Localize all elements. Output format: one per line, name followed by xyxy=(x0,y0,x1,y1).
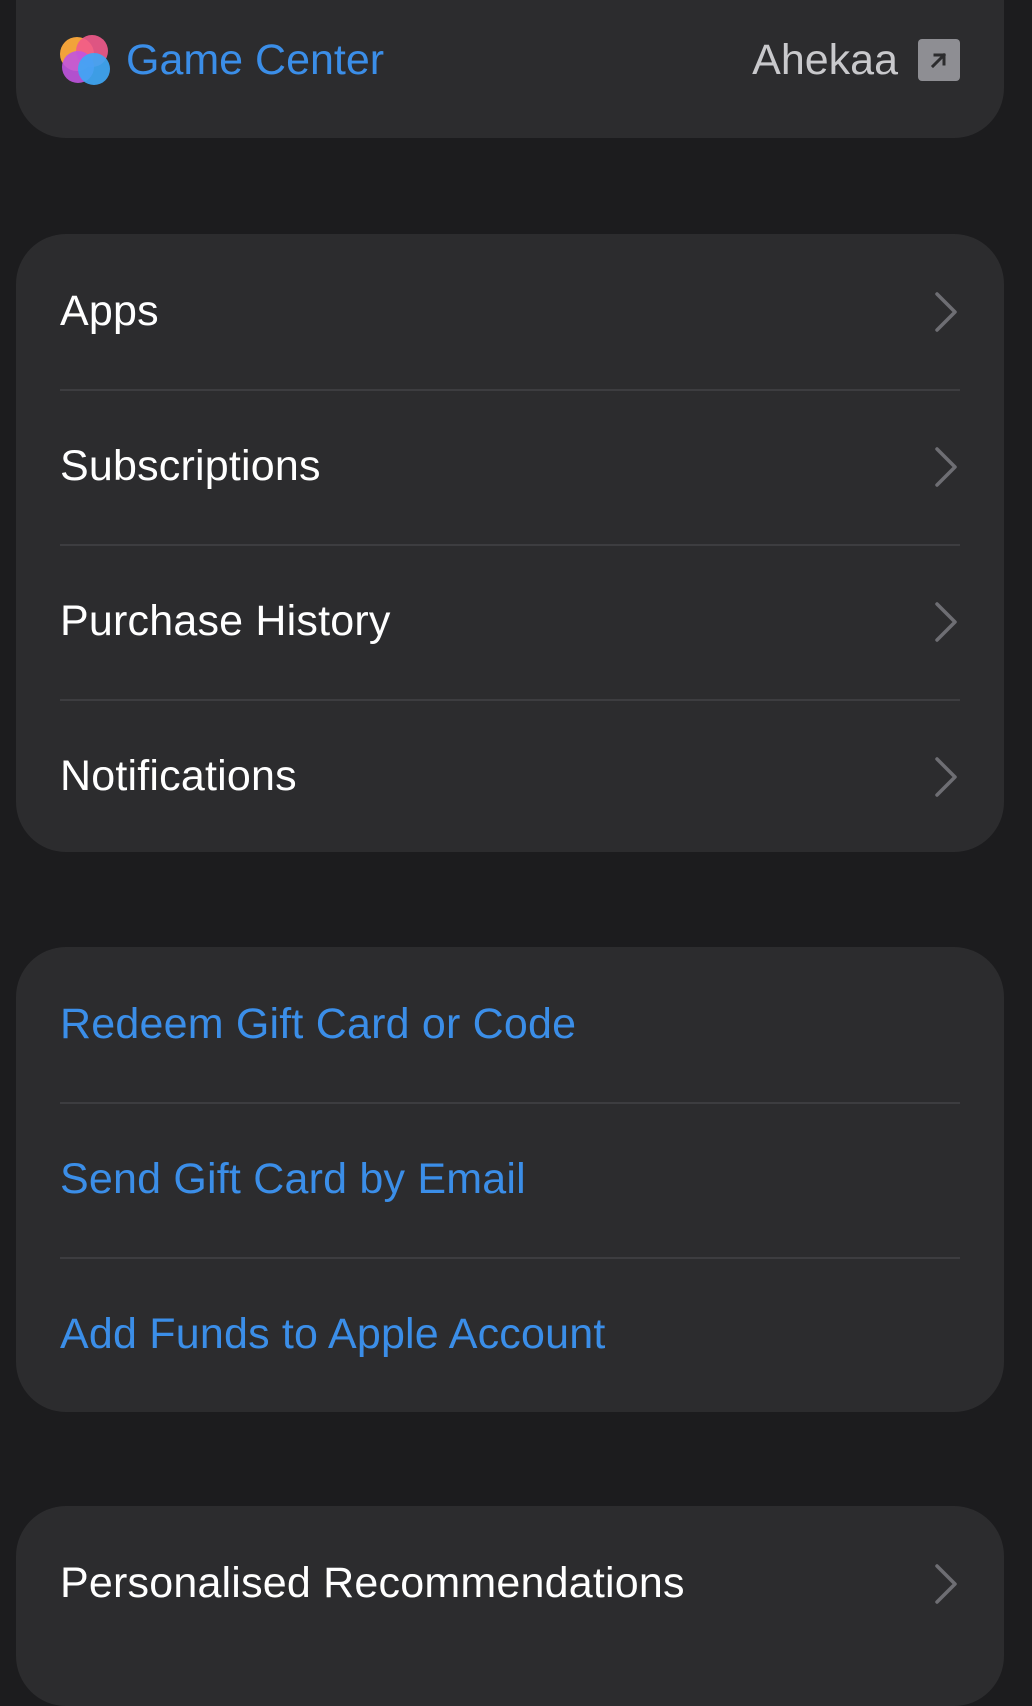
send-gift-card-button[interactable]: Send Gift Card by Email xyxy=(16,1102,1004,1257)
redeem-gift-card-button[interactable]: Redeem Gift Card or Code xyxy=(16,947,1004,1102)
notifications-row[interactable]: Notifications xyxy=(16,699,1004,852)
add-funds-button[interactable]: Add Funds to Apple Account xyxy=(16,1257,1004,1412)
game-center-logo-icon xyxy=(58,33,112,87)
apps-row[interactable]: Apps xyxy=(16,234,1004,389)
gift-card-actions-card: Redeem Gift Card or Code Send Gift Card … xyxy=(16,947,1004,1412)
subscriptions-row[interactable]: Subscriptions xyxy=(16,389,1004,544)
purchase-history-label: Purchase History xyxy=(60,597,391,645)
chevron-right-icon xyxy=(932,600,960,644)
chevron-right-icon xyxy=(932,755,960,799)
recommendations-card: Personalised Recommendations xyxy=(16,1506,1004,1706)
game-center-row[interactable]: Game Center Ahekaa xyxy=(58,30,960,90)
game-center-title: Game Center xyxy=(126,35,385,84)
send-gift-card-label: Send Gift Card by Email xyxy=(60,1155,526,1203)
subscriptions-label: Subscriptions xyxy=(60,442,321,490)
external-link-icon[interactable] xyxy=(918,39,960,81)
redeem-gift-card-label: Redeem Gift Card or Code xyxy=(60,1000,577,1048)
game-center-username: Ahekaa xyxy=(752,35,898,84)
chevron-right-icon xyxy=(932,1562,960,1606)
chevron-right-icon xyxy=(932,445,960,489)
game-center-card: Game Center Ahekaa xyxy=(16,0,1004,138)
apps-label: Apps xyxy=(60,287,159,335)
chevron-right-icon xyxy=(932,290,960,334)
personalised-recommendations-label: Personalised Recommendations xyxy=(60,1559,685,1607)
add-funds-label: Add Funds to Apple Account xyxy=(60,1310,606,1358)
personalised-recommendations-row[interactable]: Personalised Recommendations xyxy=(16,1506,1004,1661)
purchase-history-row[interactable]: Purchase History xyxy=(16,544,1004,699)
notifications-label: Notifications xyxy=(60,752,297,800)
account-navigation-card: Apps Subscriptions Purchase History Noti… xyxy=(16,234,1004,852)
